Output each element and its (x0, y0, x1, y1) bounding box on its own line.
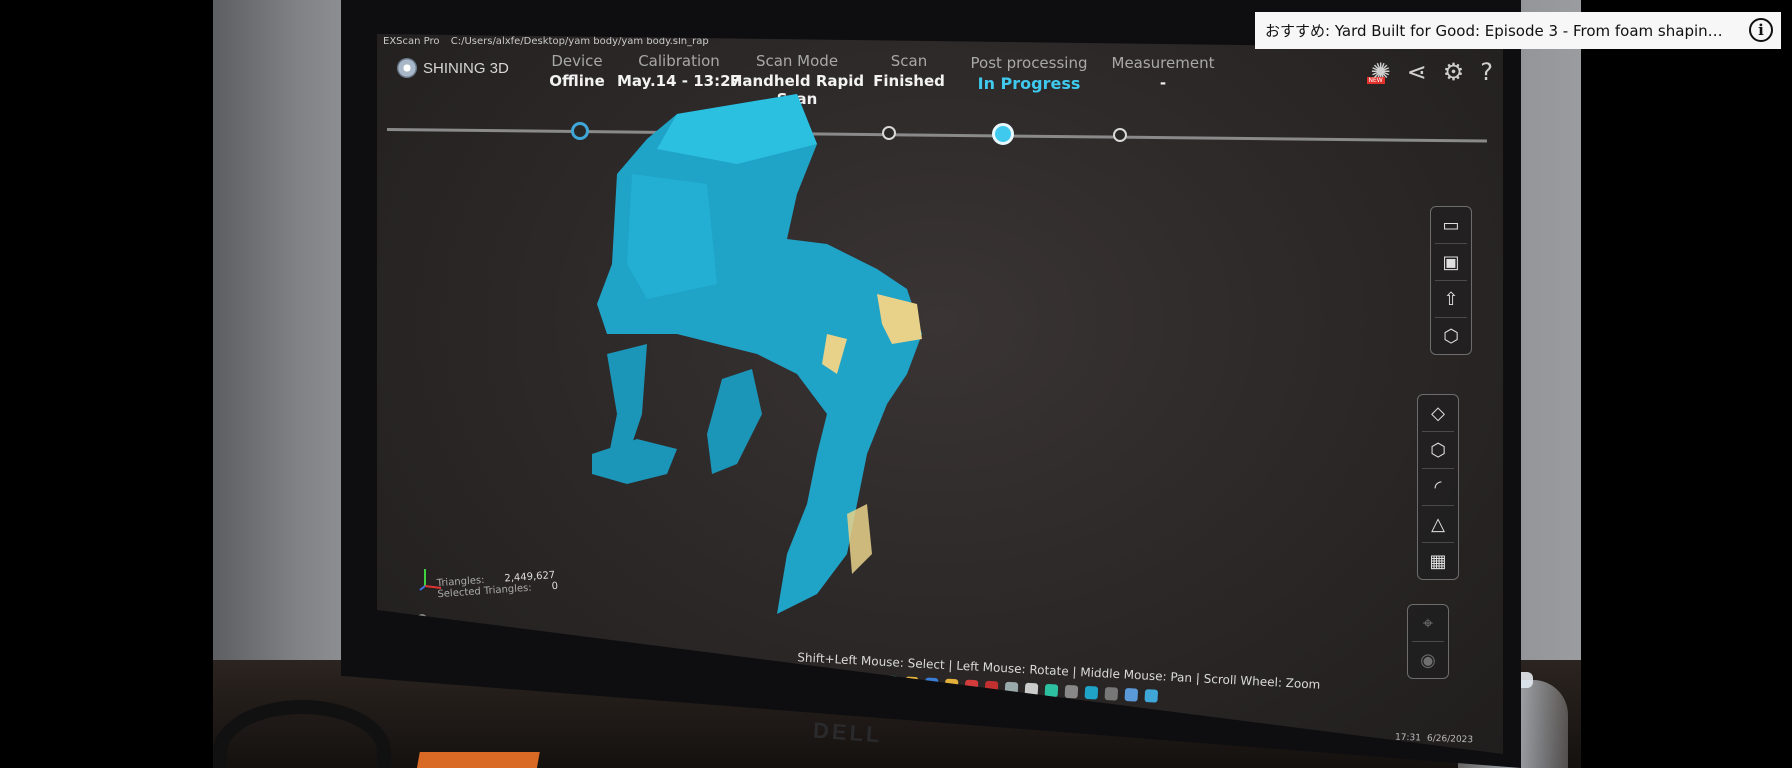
app-icon[interactable] (1124, 687, 1139, 702)
info-icon[interactable]: i (1749, 18, 1773, 42)
view-toolbar: ◇ ⬡ ◜ △ ▦ (1417, 394, 1459, 580)
monitor-logo: DELL (812, 717, 884, 748)
exscan-taskbar-icon[interactable] (1084, 685, 1099, 700)
selected-triangles-value: 0 (551, 580, 559, 593)
model-highlight (847, 504, 872, 574)
file-toolbar: ▭ ▣ ⇧ ⬡ (1430, 206, 1472, 355)
export-icon[interactable]: ⇧ (1435, 281, 1467, 318)
misc-toolbar: ⌖ ◉ (1407, 604, 1449, 679)
video-frame[interactable]: DELL EXScan Pro C:/Users/alxfe/Desktop/y… (213, 0, 1581, 768)
box-view-icon[interactable]: ⬡ (1422, 432, 1454, 469)
hide-icon[interactable]: ⌖ (1412, 605, 1444, 642)
perspective-icon[interactable]: ◇ (1422, 395, 1454, 432)
save-icon[interactable]: ▣ (1435, 244, 1467, 281)
app-icon[interactable] (1144, 689, 1159, 703)
model-front-panel (627, 174, 717, 299)
cube-icon[interactable]: ⬡ (1435, 318, 1467, 354)
eye-icon[interactable]: ◉ (1412, 642, 1444, 678)
youtube-recommendation-card[interactable]: おすすめ: Yard Built for Good: Episode 3 - F… (1255, 12, 1781, 49)
app-icon[interactable] (1044, 683, 1059, 698)
model-fin (592, 439, 677, 484)
orange-box (416, 752, 540, 768)
mesh-icon[interactable]: ▦ (1422, 543, 1454, 579)
triangle-icon[interactable]: △ (1422, 506, 1454, 543)
curve-icon[interactable]: ◜ (1422, 469, 1454, 506)
app-icon[interactable] (1104, 686, 1119, 701)
app-icon[interactable] (1064, 684, 1079, 699)
folder-icon[interactable]: ▭ (1435, 207, 1467, 244)
recommendation-text[interactable]: おすすめ: Yard Built for Good: Episode 3 - F… (1265, 20, 1725, 41)
model-leg-center (707, 369, 762, 474)
tray-date: 6/26/2023 (1426, 733, 1474, 746)
